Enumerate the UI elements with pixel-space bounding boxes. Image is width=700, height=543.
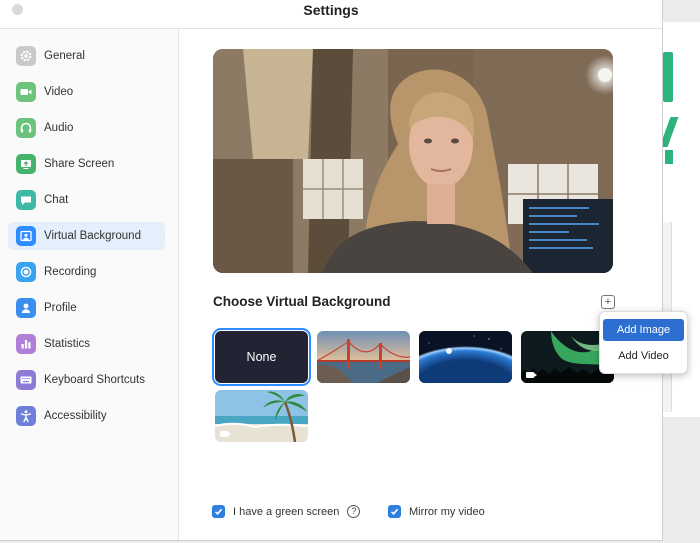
- profile-icon: [16, 298, 36, 318]
- golden-gate-bridge-image: [317, 331, 410, 383]
- sidebar-item-recording[interactable]: Recording: [8, 258, 165, 286]
- checkmark-icon: [390, 508, 399, 515]
- sidebar-item-label: Audio: [44, 122, 74, 134]
- sidebar-item-label: General: [44, 50, 85, 62]
- sidebar-item-video[interactable]: Video: [8, 78, 165, 106]
- sidebar-item-general[interactable]: General: [8, 42, 165, 70]
- background-none[interactable]: None: [212, 328, 311, 386]
- green-screen-checkbox[interactable]: [212, 505, 225, 518]
- virtual-background-panel: Choose Virtual Background + None I have …: [179, 29, 662, 540]
- gear-icon: [16, 46, 36, 66]
- record-icon: [16, 262, 36, 282]
- sidebar-item-label: Statistics: [44, 338, 91, 350]
- sidebar-item-profile[interactable]: Profile: [8, 294, 165, 322]
- accessibility-icon: [16, 406, 36, 426]
- sidebar-item-share-screen[interactable]: Share Screen: [8, 150, 165, 178]
- sidebar-item-chat[interactable]: Chat: [8, 186, 165, 214]
- sidebar-item-label: Profile: [44, 302, 77, 314]
- window-title: Settings: [303, 2, 359, 18]
- sidebar-item-audio[interactable]: Audio: [8, 114, 165, 142]
- virtual-background-icon: [16, 226, 36, 246]
- sidebar-item-accessibility[interactable]: Accessibility: [8, 402, 165, 430]
- sidebar: General Video Audio Share Screen Chat Vi…: [0, 29, 179, 540]
- sidebar-item-label: Accessibility: [44, 410, 107, 422]
- chat-bubble-icon: [16, 190, 36, 210]
- green-screen-option: I have a green screen ?: [212, 505, 361, 518]
- background-none-label: None: [246, 350, 277, 364]
- mirror-video-checkbox[interactable]: [388, 505, 401, 518]
- background-beach[interactable]: [215, 390, 308, 442]
- plus-icon: +: [604, 295, 612, 308]
- menu-item-add-image[interactable]: Add Image: [603, 319, 684, 341]
- sidebar-item-statistics[interactable]: Statistics: [8, 330, 165, 358]
- add-background-menu: Add Image Add Video: [599, 311, 688, 374]
- sidebar-item-label: Chat: [44, 194, 69, 206]
- video-camera-icon: [16, 82, 36, 102]
- sidebar-item-label: Share Screen: [44, 158, 115, 170]
- sidebar-item-label: Video: [44, 86, 74, 98]
- camera-preview: [213, 49, 613, 273]
- video-camera-icon: [526, 372, 537, 378]
- headphones-icon: [16, 118, 36, 138]
- sidebar-item-virtual-background[interactable]: Virtual Background: [8, 222, 165, 250]
- green-screen-label: I have a green screen: [233, 505, 340, 518]
- video-camera-icon: [220, 431, 231, 437]
- share-screen-icon: [16, 154, 36, 174]
- sidebar-item-label: Keyboard Shortcuts: [44, 374, 146, 386]
- settings-window: Settings General Video Audio Share Scree…: [0, 0, 663, 541]
- earth-from-space-image: [419, 331, 512, 383]
- statistics-icon: [16, 334, 36, 354]
- title-bar: Settings: [0, 0, 662, 29]
- background-earth[interactable]: [419, 331, 512, 383]
- keyboard-icon: [16, 370, 36, 390]
- mirror-video-option: Mirror my video: [388, 505, 485, 518]
- background-golden-gate[interactable]: [317, 331, 410, 383]
- sidebar-item-label: Recording: [44, 266, 97, 278]
- checkmark-icon: [214, 508, 223, 515]
- background-window-graphic: [663, 52, 673, 102]
- help-icon[interactable]: ?: [347, 505, 361, 518]
- menu-item-add-video[interactable]: Add Video: [603, 345, 684, 367]
- sidebar-item-keyboard-shortcuts[interactable]: Keyboard Shortcuts: [8, 366, 165, 394]
- mirror-video-label: Mirror my video: [409, 505, 485, 518]
- sidebar-item-label: Virtual Background: [44, 230, 141, 242]
- background-window-graphic: [665, 150, 673, 164]
- add-background-button[interactable]: +: [601, 295, 615, 309]
- choose-background-heading: Choose Virtual Background: [213, 294, 391, 309]
